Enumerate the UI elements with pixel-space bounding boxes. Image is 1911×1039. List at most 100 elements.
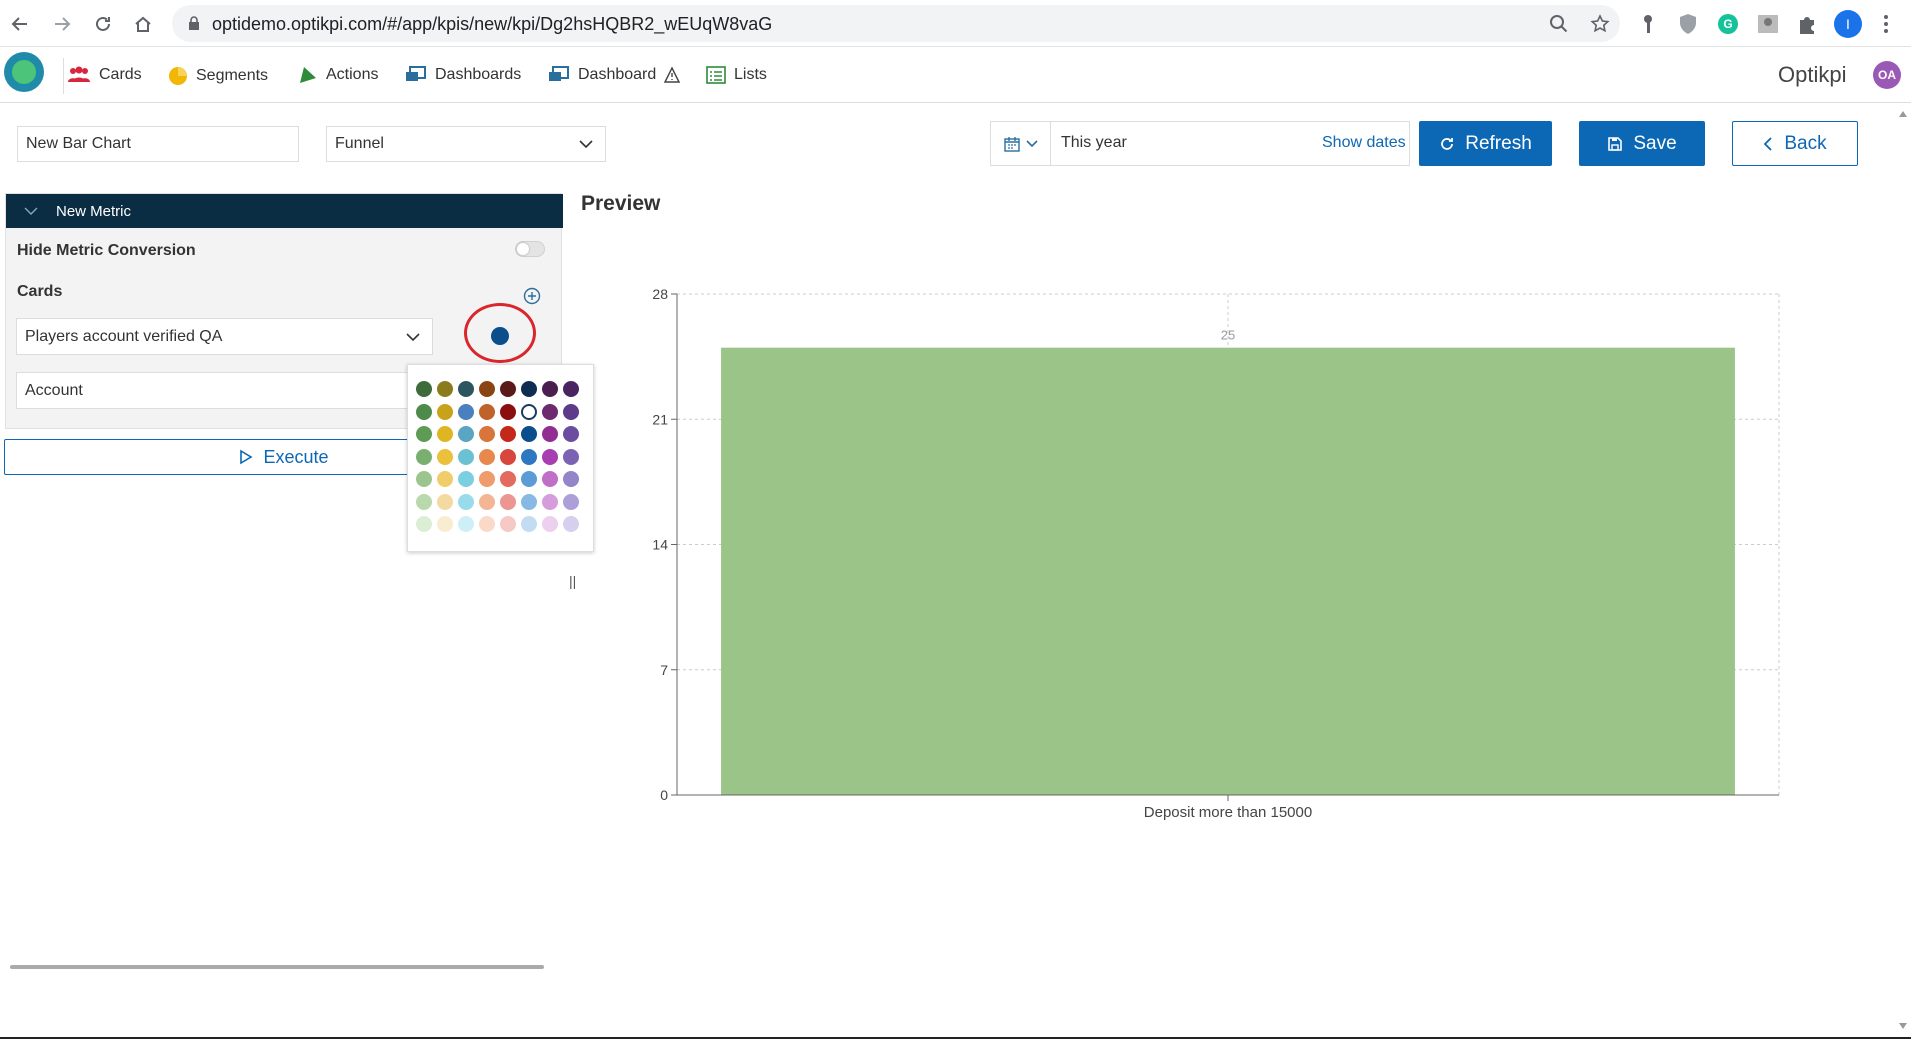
color-swatch[interactable] (521, 403, 537, 420)
color-swatch[interactable] (437, 426, 453, 442)
chart-kind-select[interactable]: Funnel (326, 126, 606, 162)
color-swatch[interactable] (416, 403, 432, 420)
color-swatch[interactable] (521, 381, 537, 397)
color-swatch[interactable] (416, 493, 432, 510)
color-swatch[interactable] (542, 493, 558, 510)
star-icon[interactable] (1590, 14, 1610, 34)
back-button[interactable]: Back (1732, 121, 1858, 166)
grammarly-extension-icon[interactable]: G (1716, 12, 1740, 36)
scroll-up-icon[interactable] (1899, 111, 1907, 117)
shield-extension-icon[interactable] (1676, 12, 1700, 36)
scroll-down-icon[interactable] (1899, 1023, 1907, 1029)
browser-menu-icon[interactable] (1874, 12, 1898, 36)
color-swatch[interactable] (458, 471, 474, 487)
color-swatch[interactable] (458, 448, 474, 465)
hide-metric-conversion-toggle[interactable] (515, 241, 545, 257)
puzzle-extensions-icon[interactable] (1796, 12, 1820, 36)
browser-profile-avatar[interactable]: I (1834, 10, 1862, 38)
color-swatch[interactable] (500, 426, 516, 442)
color-swatch[interactable] (458, 381, 474, 397)
color-swatch[interactable] (500, 403, 516, 420)
panel-resize-handle[interactable]: || (569, 573, 576, 589)
color-swatch[interactable] (563, 493, 579, 510)
nav-segments[interactable]: Segments (168, 66, 268, 86)
color-swatch[interactable] (500, 381, 516, 397)
refresh-button[interactable]: Refresh (1419, 121, 1552, 166)
color-swatch[interactable] (458, 493, 474, 510)
color-swatch[interactable] (563, 448, 579, 465)
add-circle-icon[interactable] (523, 287, 541, 305)
bar-data-label: 25 (1221, 328, 1235, 343)
color-swatch[interactable] (437, 493, 453, 510)
color-swatch[interactable] (416, 471, 432, 487)
image-extension-icon[interactable] (1756, 12, 1780, 36)
save-button[interactable]: Save (1579, 121, 1705, 166)
calendar-dropdown[interactable] (991, 122, 1051, 165)
color-swatch[interactable] (437, 516, 453, 532)
nav-dashboards[interactable]: Dashboards (405, 66, 521, 84)
color-swatch[interactable] (521, 448, 537, 465)
color-swatch[interactable] (458, 516, 474, 532)
color-swatch[interactable] (500, 516, 516, 532)
zoom-icon[interactable] (1549, 14, 1569, 34)
card-select[interactable]: Players account verified QA (16, 318, 433, 355)
color-swatch[interactable] (542, 381, 558, 397)
color-swatch[interactable] (521, 471, 537, 487)
color-swatch[interactable] (563, 471, 579, 487)
color-swatch[interactable] (521, 516, 537, 532)
color-swatch[interactable] (479, 448, 495, 465)
color-swatch[interactable] (479, 426, 495, 442)
chart-name-input[interactable]: New Bar Chart (17, 126, 299, 162)
color-swatch[interactable] (437, 381, 453, 397)
color-swatch[interactable] (458, 426, 474, 442)
color-swatch[interactable] (542, 426, 558, 442)
forward-arrow-icon[interactable] (50, 12, 74, 36)
color-swatch[interactable] (500, 493, 516, 510)
color-swatch[interactable] (416, 381, 432, 397)
color-swatch[interactable] (542, 448, 558, 465)
color-swatch[interactable] (563, 516, 579, 532)
show-dates-link[interactable]: Show dates (1322, 134, 1406, 152)
metric-color-picker[interactable] (491, 327, 509, 345)
color-swatch[interactable] (542, 516, 558, 532)
save-label: Save (1633, 132, 1677, 154)
color-swatch[interactable] (563, 381, 579, 397)
color-swatch[interactable] (479, 471, 495, 487)
nav-dashboard-warning[interactable]: Dashboard (548, 66, 681, 84)
color-swatch[interactable] (416, 516, 432, 532)
address-bar[interactable]: optidemo.optikpi.com/#/app/kpis/new/kpi/… (172, 5, 1620, 42)
color-swatch[interactable] (479, 403, 495, 420)
key-extension-icon[interactable] (1636, 12, 1660, 36)
execute-label: Execute (263, 446, 329, 467)
color-swatch[interactable] (521, 493, 537, 510)
color-swatch[interactable] (563, 426, 579, 442)
app-logo[interactable] (4, 52, 44, 92)
color-swatch[interactable] (479, 516, 495, 532)
user-avatar[interactable]: OA (1873, 61, 1901, 89)
color-swatch[interactable] (416, 426, 432, 442)
nav-lists[interactable]: Lists (706, 66, 767, 84)
color-swatch[interactable] (437, 448, 453, 465)
color-swatch[interactable] (542, 403, 558, 420)
metric-header[interactable]: New Metric (6, 194, 563, 228)
back-arrow-icon[interactable] (8, 12, 32, 36)
color-swatch[interactable] (500, 448, 516, 465)
nav-actions[interactable]: Actions (298, 66, 378, 84)
horizontal-scrollbar[interactable] (10, 965, 544, 969)
vertical-scrollbar[interactable] (1895, 103, 1911, 1039)
nav-cards[interactable]: Cards (67, 66, 142, 84)
home-icon[interactable] (131, 12, 155, 36)
color-swatch[interactable] (479, 381, 495, 397)
color-swatch[interactable] (542, 471, 558, 487)
reload-icon[interactable] (91, 12, 115, 36)
account-select[interactable]: Account (16, 372, 433, 409)
color-swatch[interactable] (416, 448, 432, 465)
date-range-picker[interactable]: This year Show dates (990, 121, 1410, 166)
color-swatch[interactable] (458, 403, 474, 420)
color-swatch[interactable] (500, 471, 516, 487)
color-swatch[interactable] (437, 403, 453, 420)
color-swatch[interactable] (437, 471, 453, 487)
color-swatch[interactable] (563, 403, 579, 420)
color-swatch[interactable] (521, 426, 537, 442)
color-swatch[interactable] (479, 493, 495, 510)
